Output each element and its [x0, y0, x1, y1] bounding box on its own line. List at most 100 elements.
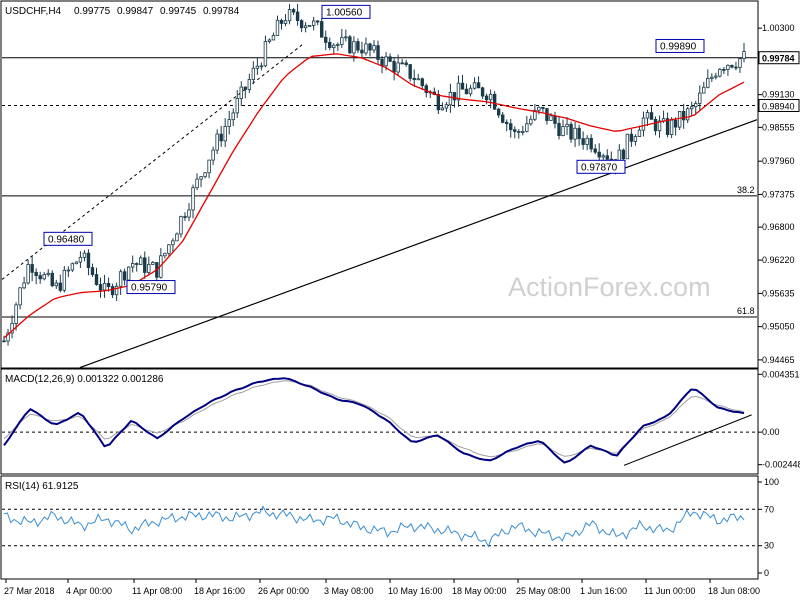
candle-body [267, 39, 272, 42]
time-tick-label: 25 May 08:00 [516, 586, 571, 596]
rsi-tick-label: 100 [764, 477, 779, 487]
candle-body [114, 285, 119, 296]
candle-body [122, 271, 127, 281]
candle-body [553, 115, 557, 124]
candle-body [191, 187, 195, 211]
candle-body [605, 155, 609, 160]
candle-body [452, 92, 457, 101]
candle-body [360, 49, 364, 54]
candle-body [135, 263, 139, 265]
candle-body [702, 86, 706, 94]
rsi-title: RSI(14) 61.9125 [5, 481, 79, 492]
candle-body [223, 126, 227, 142]
candle-body [714, 75, 718, 78]
candle-body [416, 78, 420, 81]
candle-body [2, 340, 6, 343]
candle-body [151, 262, 155, 265]
candle-body [46, 272, 50, 275]
candle-body [143, 257, 147, 273]
candle-body [400, 62, 404, 65]
candle-body [645, 112, 650, 119]
candle-body [529, 118, 533, 125]
time-tick-label: 18 Jun 08:00 [708, 586, 760, 596]
candle-body [464, 88, 469, 95]
time-tick-label: 3 May 08:00 [324, 586, 374, 596]
candle-body [392, 60, 396, 73]
candle-body [625, 133, 630, 160]
candle-body [742, 51, 746, 60]
candle-body [698, 92, 702, 104]
candle-body [94, 274, 99, 285]
candle-body [581, 138, 585, 145]
candle-body [307, 25, 312, 27]
candle-body [171, 240, 175, 246]
candle-body [227, 119, 231, 127]
candle-body [18, 287, 22, 306]
candle-body [593, 148, 597, 153]
candle-body [621, 149, 626, 160]
candle-body [263, 41, 268, 67]
candle-body [30, 264, 34, 273]
candle-body [521, 130, 525, 133]
candle-body [22, 282, 26, 289]
candle-body [348, 36, 352, 54]
candle-body [653, 118, 658, 132]
candle-body [90, 267, 95, 275]
time-tick-label: 1 Jun 16:00 [580, 586, 627, 596]
candle-body [328, 41, 332, 48]
candle-body [480, 87, 485, 97]
level-price-label: 0.98940 [762, 101, 795, 111]
time-tick-label: 27 Mar 2018 [4, 586, 55, 596]
candle-body [718, 68, 722, 77]
candle-body [685, 108, 690, 121]
candle-body [496, 108, 501, 116]
candle-body [476, 82, 481, 89]
candle-body [629, 133, 634, 142]
macd-title: MACD(12,26,9) 0.001322 0.001286 [5, 374, 164, 385]
candle-body [412, 77, 416, 80]
candle-body [311, 20, 316, 26]
candle-body [62, 269, 67, 291]
candle-body [589, 137, 593, 150]
candle-body [557, 123, 561, 136]
candle-body [565, 123, 569, 127]
time-tick-label: 10 May 16:00 [388, 586, 443, 596]
candle-body [500, 114, 505, 123]
candle-body [561, 126, 565, 136]
candle-body [468, 87, 473, 95]
candle-body [673, 119, 678, 128]
candle-body [677, 110, 682, 128]
candle-body [549, 115, 553, 121]
candle-body [726, 64, 730, 70]
candle-body [492, 93, 497, 110]
macd-tick-label: 0.00 [762, 427, 780, 437]
candle-body [110, 286, 115, 296]
candle-body [54, 282, 58, 287]
candle-body [380, 59, 384, 67]
candle-body [734, 66, 738, 69]
candle-body [577, 127, 581, 140]
price-tick-label: 0.95635 [762, 288, 795, 298]
time-tick-label: 11 Jun 00:00 [644, 586, 695, 596]
candle-body [199, 176, 203, 180]
candle-body [505, 121, 509, 125]
watermark: ActionForex.com [508, 272, 711, 302]
candle-body [215, 133, 219, 151]
candle-body [203, 172, 207, 178]
candle-body [690, 106, 694, 110]
current-price-label: 0.99784 [762, 54, 795, 64]
candle-body [710, 76, 714, 79]
price-tick-label: 0.98555 [762, 122, 795, 132]
candle-body [58, 282, 63, 291]
candle-body [356, 41, 360, 51]
ohlc-high: 0.99847 [117, 6, 154, 17]
candle-body [641, 117, 646, 131]
candle-body [303, 25, 308, 29]
candle-body [573, 127, 577, 140]
candle-body [669, 119, 674, 135]
candle-body [74, 261, 79, 265]
candle-body [513, 129, 517, 132]
candle-body [126, 266, 131, 281]
candle-body [440, 107, 445, 111]
candle-body [376, 45, 380, 60]
